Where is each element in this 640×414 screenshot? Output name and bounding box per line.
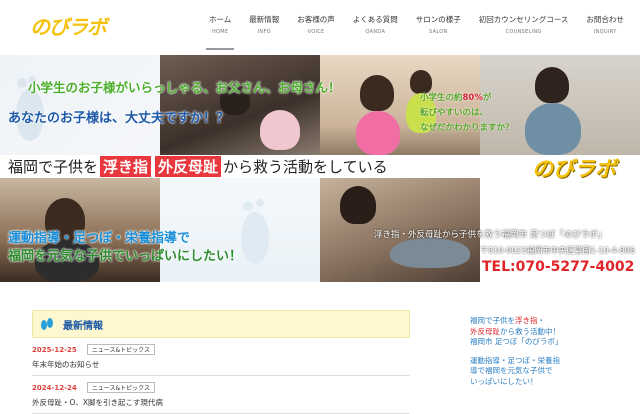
promo-text: ・ bbox=[537, 316, 546, 325]
nav-sublabel: INQUIRY bbox=[593, 29, 617, 35]
tagline-post: から救う活動をしている bbox=[223, 158, 388, 176]
nav-inquiry[interactable]: お問合わせ INQUIRY bbox=[577, 14, 633, 44]
nav-sublabel: COUNSELING bbox=[505, 29, 542, 35]
promo-text: 福岡で子供を bbox=[470, 316, 515, 325]
stat-post: が bbox=[482, 93, 492, 103]
promo-text-2: 運動指導・足つぼ・栄養指 導で福岡を元気な子供で いっぱいにしたい！ bbox=[470, 356, 620, 388]
promo-highlight: 浮き指 bbox=[515, 316, 538, 325]
tagline-highlight-2: 外反母趾 bbox=[155, 156, 222, 177]
news-category: ニュース&トピックス bbox=[86, 382, 155, 393]
promo-text: 運動指導・足つぼ・栄養指 bbox=[470, 355, 560, 365]
address: 〒810-0023福岡市中央区警固1-10-4-806 bbox=[480, 246, 635, 255]
site-header: のびラボ ホーム HOME 最新情報 INFO お客様の声 VOICE よくある… bbox=[0, 0, 640, 52]
sidebar-promo: 福岡で子供を浮き指・ 外反母趾から救う活動中！ 福岡市 足つぼ「のびラボ」 運動… bbox=[470, 316, 620, 387]
nav-voice[interactable]: お客様の声 VOICE bbox=[288, 14, 344, 44]
footprint-photo bbox=[0, 55, 160, 155]
news-date: 2024-12-24 bbox=[32, 383, 77, 392]
promo-text: いっぱいにしたい！ bbox=[470, 376, 538, 386]
promo-text: から救う活動中！ bbox=[500, 326, 560, 336]
news-date: 2025-12-25 bbox=[32, 345, 77, 354]
site-logo[interactable]: のびラボ bbox=[30, 10, 107, 40]
nav-sublabel: INFO bbox=[257, 29, 271, 35]
mission-line-1: 運動指導・足つぼ・栄養指導で bbox=[8, 231, 191, 246]
phone-number[interactable]: TEL:070-5277-4002 bbox=[482, 259, 634, 275]
news-link[interactable]: 年末年始のお知らせ bbox=[32, 359, 410, 370]
footprint-icon bbox=[16, 76, 44, 141]
mission-line-2: 福岡を元気な子供でいっぱいにしたい！ bbox=[8, 249, 243, 264]
nav-home[interactable]: ホーム HOME bbox=[200, 14, 240, 50]
promo-highlight: 外反母趾 bbox=[470, 326, 500, 336]
news-item[interactable]: 2024-12-24 ニュース&トピックス 外反母趾・O、X脚を引き起こす現代病 bbox=[32, 376, 410, 414]
hero-headline-2: あなたのお子様は、大丈夫ですか！？ bbox=[8, 111, 230, 126]
promo-text: 福岡市 足つぼ「のびラボ」 bbox=[470, 337, 563, 346]
nav-counseling[interactable]: 初回カウンセリングコース COUNSELING bbox=[470, 14, 578, 44]
news-item[interactable]: 2025-12-25 ニュース&トピックス 年末年始のお知らせ bbox=[32, 338, 410, 376]
promo-text-1: 福岡で子供を浮き指・ 外反母趾から救う活動中！ 福岡市 足つぼ「のびラボ」 bbox=[470, 316, 620, 348]
stat-percent: 80% bbox=[462, 93, 483, 103]
nav-label: お客様の声 bbox=[297, 15, 335, 24]
nav-sublabel: VOICE bbox=[307, 29, 325, 35]
stat-line-3: なぜだかわかりますか？ bbox=[420, 123, 514, 133]
stat-line-2: 転びやすいのは、 bbox=[420, 108, 489, 118]
nav-label: お問合わせ bbox=[586, 15, 624, 24]
news-title: 最新情報 bbox=[63, 320, 103, 332]
footprints-icon bbox=[41, 318, 53, 330]
news-category: ニュース&トピックス bbox=[86, 344, 155, 355]
nav-sublabel: HOME bbox=[211, 29, 229, 35]
hero-logo: のびラボ bbox=[532, 157, 616, 181]
logo-text: のびラボ bbox=[30, 14, 107, 39]
nav-salon[interactable]: サロンの様子 SALON bbox=[407, 14, 470, 44]
stat-pre: 小学生の約 bbox=[420, 93, 463, 103]
nav-label: よくある質問 bbox=[352, 15, 398, 24]
hero-headline-1: 小学生のお子様がいらっしゃる、お父さん、お母さん！ bbox=[28, 80, 341, 95]
hero-banner: 福岡で子供を 浮き指 外反母趾 から救う活動をしている のびラボ 小学生のお子様… bbox=[0, 55, 640, 282]
hero-stat: 小学生の約80%が 転びやすいのは、 なぜだかわかりますか？ bbox=[420, 91, 514, 136]
nav-info[interactable]: 最新情報 INFO bbox=[240, 14, 288, 44]
nav-label: ホーム bbox=[209, 15, 232, 24]
news-section: 最新情報 2025-12-25 ニュース&トピックス 年末年始のお知らせ 202… bbox=[32, 310, 410, 414]
child-photo bbox=[160, 55, 320, 155]
news-link[interactable]: 外反母趾・O、X脚を引き起こす現代病 bbox=[32, 397, 410, 408]
nav-qanda[interactable]: よくある質問 QANDA bbox=[344, 14, 407, 44]
nav-sublabel: QANDA bbox=[365, 29, 386, 35]
nav-label: 初回カウンセリングコース bbox=[478, 15, 569, 24]
promo-text: 導で福岡を元気な子供で bbox=[470, 366, 553, 375]
tagline-highlight-1: 浮き指 bbox=[100, 156, 152, 177]
news-header: 最新情報 bbox=[32, 310, 410, 338]
main-nav: ホーム HOME 最新情報 INFO お客様の声 VOICE よくある質問 QA… bbox=[200, 14, 633, 50]
nav-sublabel: SALON bbox=[429, 29, 448, 35]
nav-label: サロンの様子 bbox=[415, 15, 461, 24]
tagline-pre: 福岡で子供を bbox=[8, 158, 99, 176]
nav-label: 最新情報 bbox=[249, 15, 280, 24]
address-title: 浮き指・外反母趾から子供を救う福岡市 足つぼ「のびラボ」 bbox=[374, 230, 607, 240]
